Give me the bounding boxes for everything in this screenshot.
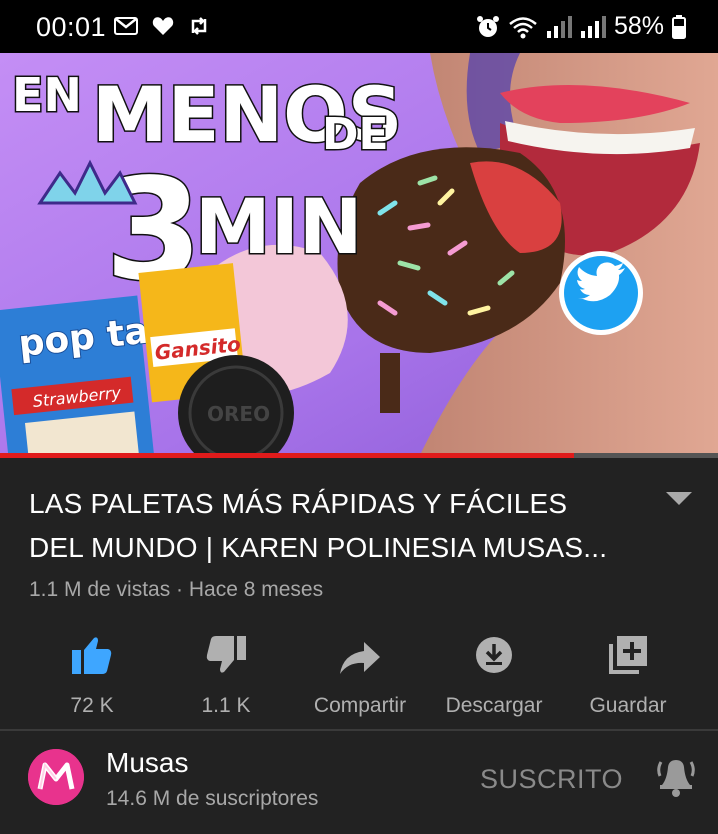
save-label: Guardar	[589, 694, 667, 717]
signal-icon	[580, 15, 606, 38]
system-icons: 58%	[476, 12, 686, 41]
video-thumbnail: EN MENOS DE 3 MIN pop tarts Strawberry G…	[0, 53, 718, 455]
thumb-text-en: EN	[12, 68, 82, 122]
video-details: LAS PALETAS MÁS RÁPIDAS Y FÁCILES DEL MU…	[0, 458, 718, 730]
download-button[interactable]: Descargar	[424, 618, 564, 718]
notification-icons	[114, 16, 210, 36]
subscriber-count: 14.6 M de suscriptores	[106, 787, 319, 810]
title-line-1: LAS PALETAS MÁS RÁPIDAS Y FÁCILES	[29, 488, 568, 519]
retweet-icon	[191, 17, 207, 35]
dislike-count: 1.1 K	[201, 694, 251, 717]
notification-bell-button[interactable]	[656, 757, 696, 802]
like-count: 72 K	[70, 694, 114, 717]
share-icon	[340, 642, 380, 674]
add-to-playlist-icon	[609, 636, 647, 674]
alarm-icon	[476, 15, 499, 37]
channel-row[interactable]: Musas 14.6 M de suscriptores SUSCRITO	[0, 731, 718, 834]
thumbs-down-icon	[206, 636, 246, 673]
clock: 00:01	[36, 12, 107, 42]
subscribed-button[interactable]: SUSCRITO	[480, 764, 623, 795]
musas-logo-icon	[28, 749, 84, 805]
status-bar: 00:01 58%	[0, 0, 718, 53]
oreo-label: OREO	[207, 402, 270, 426]
download-label: Descargar	[445, 694, 543, 717]
save-button[interactable]: Guardar	[558, 618, 698, 718]
wifi-icon	[509, 16, 537, 38]
thumbs-up-icon	[72, 637, 112, 674]
heart-icon	[152, 17, 174, 35]
thumb-text-de: DE	[322, 109, 389, 160]
download-icon	[476, 637, 512, 673]
gmail-icon	[114, 17, 138, 35]
channel-avatar[interactable]	[28, 749, 84, 805]
battery-icon	[672, 14, 686, 39]
battery-percent: 58%	[613, 12, 664, 40]
title-line-2: DEL MUNDO | KAREN POLINESIA MUSAS...	[29, 532, 608, 563]
share-label: Compartir	[313, 694, 407, 717]
video-player[interactable]: EN MENOS DE 3 MIN pop tarts Strawberry G…	[0, 53, 718, 455]
like-button[interactable]: 72 K	[22, 618, 162, 718]
channel-name[interactable]: Musas	[106, 747, 188, 779]
expand-description-icon[interactable]	[666, 492, 692, 505]
dislike-button[interactable]: 1.1 K	[156, 618, 296, 718]
action-bar: 72 K 1.1 K Compartir Descargar Guardar	[0, 618, 718, 718]
video-meta: 1.1 M de vistas · Hace 8 meses	[29, 578, 324, 601]
signal-icon	[546, 15, 572, 38]
video-title[interactable]: LAS PALETAS MÁS RÁPIDAS Y FÁCILES DEL MU…	[29, 482, 629, 570]
share-button[interactable]: Compartir	[290, 618, 430, 718]
thumb-text-min: MIN	[195, 182, 363, 271]
bell-ringing-icon	[657, 760, 695, 797]
